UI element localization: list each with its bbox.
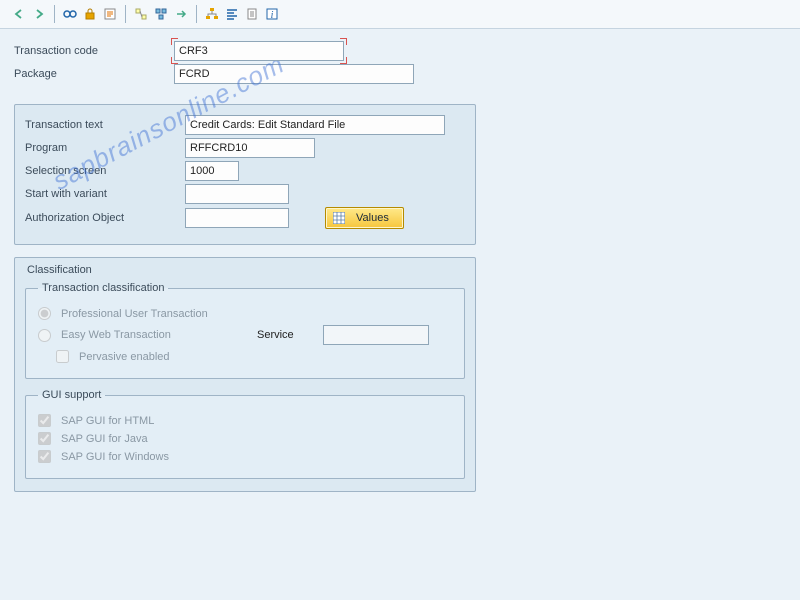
object-list-icon[interactable]	[152, 5, 170, 23]
details-panel: Transaction text Program Selection scree…	[14, 104, 476, 245]
transaction-text-input[interactable]	[185, 115, 445, 135]
values-grid-icon	[332, 211, 346, 225]
align-icon[interactable]	[223, 5, 241, 23]
info-icon[interactable]: i	[263, 5, 281, 23]
auth-object-input[interactable]	[185, 208, 289, 228]
package-input[interactable]	[174, 64, 414, 84]
transaction-text-label: Transaction text	[25, 119, 185, 131]
where-used-icon[interactable]	[132, 5, 150, 23]
doc-icon[interactable]	[243, 5, 261, 23]
variant-label: Start with variant	[25, 188, 185, 200]
selection-screen-label: Selection screen	[25, 165, 185, 177]
radio-easy-web-label: Easy Web Transaction	[61, 329, 251, 341]
gui-support-legend: GUI support	[38, 389, 105, 401]
classification-panel: Classification Transaction classificatio…	[14, 257, 476, 492]
service-label: Service	[257, 329, 317, 341]
checkbox-pervasive	[56, 350, 69, 363]
separator	[196, 5, 197, 23]
service-input	[323, 325, 429, 345]
selection-screen-input[interactable]	[185, 161, 239, 181]
header-fields: Transaction code Package	[14, 41, 786, 84]
display-icon[interactable]	[61, 5, 79, 23]
variant-input[interactable]	[185, 184, 289, 204]
svg-text:i: i	[271, 10, 274, 21]
classification-title: Classification	[27, 264, 465, 276]
radio-professional	[38, 307, 51, 320]
checkbox-gui-windows	[38, 450, 51, 463]
values-button[interactable]: Values	[325, 207, 404, 229]
auth-object-label: Authorization Object	[25, 212, 185, 224]
forward-icon[interactable]	[30, 5, 48, 23]
edit-icon[interactable]	[101, 5, 119, 23]
values-button-label: Values	[356, 212, 389, 224]
lock-icon[interactable]	[81, 5, 99, 23]
checkbox-gui-java-label: SAP GUI for Java	[61, 433, 148, 445]
package-label: Package	[14, 68, 174, 80]
transaction-classification-legend: Transaction classification	[38, 282, 168, 294]
separator	[125, 5, 126, 23]
back-icon[interactable]	[10, 5, 28, 23]
tcode-label: Transaction code	[14, 45, 174, 57]
program-label: Program	[25, 142, 185, 154]
navigate-icon[interactable]	[172, 5, 190, 23]
toolbar: i	[0, 0, 800, 29]
separator	[54, 5, 55, 23]
transaction-classification-group: Transaction classification Professional …	[25, 282, 465, 379]
hierarchy-icon[interactable]	[203, 5, 221, 23]
tcode-input[interactable]	[174, 41, 344, 61]
checkbox-gui-html-label: SAP GUI for HTML	[61, 415, 154, 427]
checkbox-pervasive-label: Pervasive enabled	[79, 351, 170, 363]
checkbox-gui-html	[38, 414, 51, 427]
radio-professional-label: Professional User Transaction	[61, 308, 208, 320]
checkbox-gui-windows-label: SAP GUI for Windows	[61, 451, 169, 463]
radio-easy-web	[38, 329, 51, 342]
program-input[interactable]	[185, 138, 315, 158]
gui-support-group: GUI support SAP GUI for HTML SAP GUI for…	[25, 389, 465, 479]
checkbox-gui-java	[38, 432, 51, 445]
